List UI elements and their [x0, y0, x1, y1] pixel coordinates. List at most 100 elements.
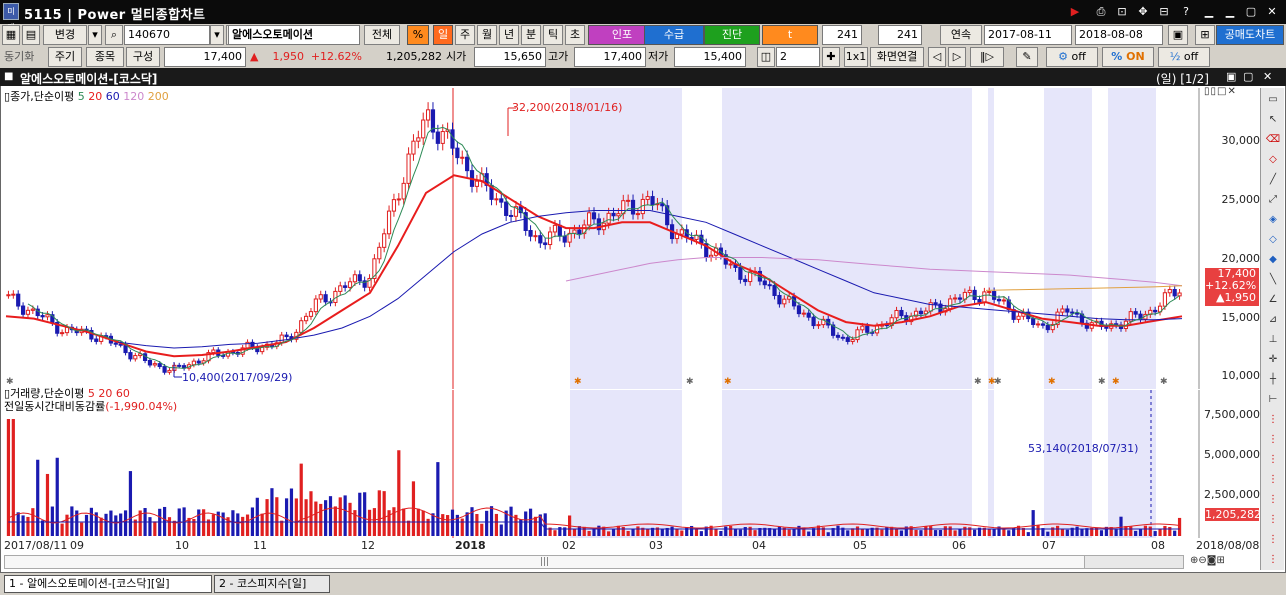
layout-icon[interactable]: ▦ — [2, 25, 20, 45]
stock-code-input[interactable]: 140670 — [124, 25, 210, 45]
maximize-icon[interactable]: ▢ — [1243, 5, 1259, 19]
volume-bar — [699, 531, 703, 536]
event-marker: ✱ — [1112, 377, 1120, 387]
tab-2[interactable]: 2 - 코스피지수[일] — [214, 575, 330, 593]
count1-input[interactable]: 241 — [822, 25, 862, 45]
date-from-input[interactable]: 2017-08-11 — [984, 25, 1072, 45]
print-icon[interactable]: ⎙ — [1093, 5, 1109, 19]
tool-fibo2-icon[interactable]: ⋮ — [1264, 432, 1282, 448]
price-pane[interactable]: ✱ ✱ ✱ ✱ ✱ ✱ ✱ ✱ ✱ ✱ ✱ — [4, 88, 1200, 389]
volume-bar — [1163, 525, 1167, 536]
volume-bar — [465, 512, 469, 536]
minimize-icon[interactable]: ▁ — [1201, 5, 1217, 19]
diagnosis-button[interactable]: 진단 — [704, 25, 760, 45]
change-button[interactable]: 변경 — [43, 25, 87, 45]
next-icon[interactable]: ▷ — [948, 47, 966, 67]
restore-small-icon[interactable]: ⊟ — [1156, 5, 1172, 19]
window-restore-icon[interactable]: ▣ — [1226, 70, 1236, 83]
save-icon[interactable]: ▤ — [22, 25, 40, 45]
volume-pane[interactable] — [4, 390, 1200, 538]
save-chart-icon[interactable]: ▣ — [1168, 25, 1188, 45]
screen-link-button[interactable]: 화면연결 — [870, 47, 924, 67]
settings-icon[interactable]: ⊞ — [1195, 25, 1215, 45]
tool-diamond-icon[interactable]: ◆ — [1264, 252, 1282, 268]
tool-angle-icon[interactable]: ∠ — [1264, 292, 1282, 308]
period-button[interactable]: 주기 — [48, 47, 82, 67]
supply-button[interactable]: 수급 — [644, 25, 704, 45]
date-to-input[interactable]: 2018-08-08 — [1075, 25, 1163, 45]
tool-fibo8-icon[interactable]: ⋮ — [1264, 552, 1282, 568]
tool-fibo-icon[interactable]: ⋮ — [1264, 412, 1282, 428]
toggle-off1[interactable]: ⚙ off — [1046, 47, 1098, 67]
tool-line-icon[interactable]: ╱ — [1264, 172, 1282, 188]
volume-bar — [65, 514, 69, 536]
percent-button[interactable]: % — [407, 25, 429, 45]
tool-fibo4-icon[interactable]: ⋮ — [1264, 472, 1282, 488]
tool-arrow-icon[interactable]: ↖ — [1264, 112, 1282, 128]
period-tick-button[interactable]: 틱 — [543, 25, 563, 45]
t-button[interactable]: t — [762, 25, 818, 45]
scroll-thumb[interactable]: ||| — [5, 556, 1085, 568]
code-dropdown-icon[interactable]: ▾ — [210, 25, 224, 45]
candle-body — [606, 212, 611, 224]
pen-icon[interactable]: ✎ — [1016, 47, 1038, 67]
period-second-button[interactable]: 초 — [565, 25, 585, 45]
tool-fibo6-icon[interactable]: ⋮ — [1264, 512, 1282, 528]
volume-bar — [1124, 526, 1128, 536]
all-button[interactable]: 전체 — [364, 25, 400, 45]
tool-cursor-icon[interactable]: ▭ — [1264, 92, 1282, 108]
end-icon[interactable]: ‖▷ — [970, 47, 1004, 67]
count2-input[interactable]: 241 — [878, 25, 922, 45]
change-dropdown-icon[interactable]: ▾ — [88, 25, 102, 45]
play-icon[interactable]: ▶ — [1067, 5, 1083, 19]
tab-1[interactable]: 1 - 알에스오토메이션-[코스닥][일] — [4, 575, 212, 593]
prev-icon[interactable]: ◁ — [928, 47, 946, 67]
toggle-off2[interactable]: ½ off — [1158, 47, 1210, 67]
split-count-select[interactable]: 2 — [776, 47, 820, 67]
toggle-on[interactable]: % ON — [1102, 47, 1154, 67]
tool-cross-icon[interactable]: ✛ — [1264, 352, 1282, 368]
help-icon[interactable]: ? — [1178, 5, 1194, 19]
tool-eraser-icon[interactable]: ◇ — [1264, 152, 1282, 168]
collapse-icon[interactable]: ▁ — [1222, 5, 1238, 19]
item-button[interactable]: 종목 — [86, 47, 124, 67]
tool-fibo5-icon[interactable]: ⋮ — [1264, 492, 1282, 508]
link-icon[interactable]: ⊡ — [1114, 5, 1130, 19]
split-icon[interactable]: ◫ — [757, 47, 775, 67]
tool-ray-icon[interactable]: ╲ — [1264, 272, 1282, 288]
tool-icon[interactable]: ✥ — [1135, 5, 1151, 19]
tool-hline-icon[interactable]: ⊥ — [1264, 332, 1282, 348]
tool-fibo3-icon[interactable]: ⋮ — [1264, 452, 1282, 468]
compose-button[interactable]: 구성 — [126, 47, 160, 67]
tool-channel-icon[interactable]: ◇ — [1264, 232, 1282, 248]
pane-controls-icon[interactable]: ▯▯□✕ — [1204, 86, 1258, 98]
horizontal-scrollbar[interactable]: ||| — [4, 555, 1184, 569]
volume-bar — [587, 530, 591, 536]
period-month-button[interactable]: 월 — [477, 25, 497, 45]
stock-name-field[interactable]: 알에스오토메이션 — [228, 25, 360, 45]
layout-1x1-button[interactable]: 1x1 — [844, 47, 868, 67]
period-day-button[interactable]: 일 — [433, 25, 453, 45]
candle-body — [552, 224, 558, 233]
period-year-button[interactable]: 년 — [499, 25, 519, 45]
plus-icon[interactable]: ✚ — [822, 47, 840, 67]
tool-delete-all-icon[interactable]: ⌫ — [1264, 132, 1282, 148]
period-week-button[interactable]: 주 — [455, 25, 475, 45]
tool-vline-icon[interactable]: ┼ — [1264, 372, 1282, 388]
continuous-button[interactable]: 연속 — [940, 25, 982, 45]
period-minute-button[interactable]: 분 — [521, 25, 541, 45]
close-icon[interactable]: ✕ — [1264, 5, 1280, 19]
short-chart-button[interactable]: 공매도차트 — [1216, 25, 1284, 45]
tool-shape-icon[interactable]: ◈ — [1264, 212, 1282, 228]
volume-bar — [80, 522, 84, 536]
window-max-icon[interactable]: ▢ — [1243, 70, 1253, 83]
tool-bracket-icon[interactable]: ⊢ — [1264, 392, 1282, 408]
zoom-controls-icon[interactable]: ⊕⊖◙⊞ — [1190, 555, 1258, 569]
window-close-icon[interactable]: ✕ — [1263, 70, 1272, 83]
tool-trend-icon[interactable]: ⤢ — [1264, 192, 1282, 208]
volume-bar — [1007, 530, 1011, 536]
tool-angle2-icon[interactable]: ⊿ — [1264, 312, 1282, 328]
search-icon[interactable]: ⌕ — [105, 25, 123, 45]
candle-body — [952, 297, 958, 300]
tool-fibo7-icon[interactable]: ⋮ — [1264, 532, 1282, 548]
